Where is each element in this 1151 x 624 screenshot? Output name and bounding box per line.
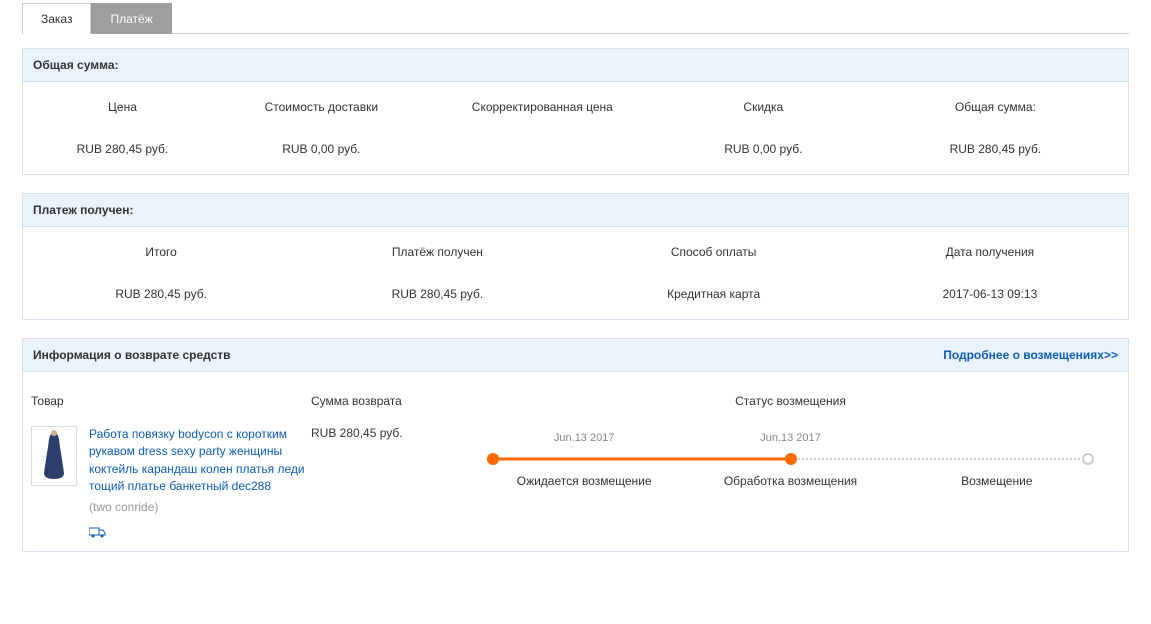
dress-icon <box>34 429 74 483</box>
product-thumbnail[interactable] <box>31 426 77 486</box>
product-cell: Работа повязку bodycon с коротким рукаво… <box>31 426 311 541</box>
page-container: Заказ Платёж Общая сумма: Цена Стоимость… <box>0 2 1151 552</box>
timeline-date-3 <box>894 432 1100 444</box>
col-product-header: Товар <box>31 394 311 408</box>
refund-amount: RUB 280,45 руб. <box>311 426 461 440</box>
timeline-label-2: Обработка возмещения <box>687 474 893 488</box>
timeline-dot-1 <box>487 453 499 465</box>
timeline-date-1: Jun.13 2017 <box>481 432 687 444</box>
totals-panel: Общая сумма: Цена Стоимость доставки Ско… <box>22 48 1129 175</box>
col-adjusted-header: Скорректированная цена <box>421 100 664 114</box>
received-body: Итого Платёж получен Способ оплаты Дата … <box>23 227 1128 319</box>
col-total-header: Общая сумма: <box>863 100 1128 114</box>
timeline-label-3: Возмещение <box>894 474 1100 488</box>
val-discount: RUB 0,00 руб. <box>664 142 863 156</box>
timeline-progress <box>493 458 790 461</box>
timeline-date-2: Jun.13 2017 <box>687 432 893 444</box>
refund-more-link[interactable]: Подробнее о возмещениях>> <box>943 348 1118 362</box>
totals-title: Общая сумма: <box>33 58 118 72</box>
received-panel-header: Платеж получен: <box>23 194 1128 227</box>
val-adjusted <box>421 142 664 156</box>
timeline-dot-2 <box>785 453 797 465</box>
refund-columns-header: Товар Сумма возврата Статус возмещения <box>31 394 1120 408</box>
timeline-track <box>481 452 1100 466</box>
val-date: 2017-06-13 09:13 <box>852 287 1128 301</box>
refund-title: Информация о возврате средств <box>33 348 231 362</box>
product-link[interactable]: Работа повязку bodycon с коротким рукаво… <box>89 426 311 496</box>
val-received: RUB 280,45 руб. <box>299 287 575 301</box>
refund-body: Товар Сумма возврата Статус возмещения Р… <box>23 372 1128 551</box>
tabs-bar: Заказ Платёж <box>22 2 1129 34</box>
col-total2-header: Итого <box>23 245 299 259</box>
col-price-header: Цена <box>23 100 222 114</box>
col-date-header: Дата получения <box>852 245 1128 259</box>
received-panel: Платеж получен: Итого Платёж получен Спо… <box>22 193 1129 320</box>
refund-row: Работа повязку bodycon с коротким рукаво… <box>31 426 1120 541</box>
val-total: RUB 280,45 руб. <box>863 142 1128 156</box>
col-received-header: Платёж получен <box>299 245 575 259</box>
col-status-header: Статус возмещения <box>461 394 1120 408</box>
val-total2: RUB 280,45 руб. <box>23 287 299 301</box>
tab-payment[interactable]: Платёж <box>91 3 171 34</box>
refund-panel: Информация о возврате средств Подробнее … <box>22 338 1129 552</box>
totals-panel-header: Общая сумма: <box>23 49 1128 82</box>
totals-body: Цена Стоимость доставки Скорректированна… <box>23 82 1128 174</box>
tab-order[interactable]: Заказ <box>22 3 91 34</box>
val-method: Кредитная карта <box>576 287 852 301</box>
col-amount-header: Сумма возврата <box>311 394 461 408</box>
val-price: RUB 280,45 руб. <box>23 142 222 156</box>
col-shipping-header: Стоимость доставки <box>222 100 421 114</box>
timeline-label-1: Ожидается возмещение <box>481 474 687 488</box>
col-method-header: Способ оплаты <box>576 245 852 259</box>
received-title: Платеж получен: <box>33 203 133 217</box>
product-info: Работа повязку bodycon с коротким рукаво… <box>89 426 311 541</box>
refund-panel-header: Информация о возврате средств Подробнее … <box>23 339 1128 372</box>
shipping-icon[interactable] <box>89 526 311 541</box>
col-discount-header: Скидка <box>664 100 863 114</box>
val-shipping: RUB 0,00 руб. <box>222 142 421 156</box>
refund-timeline: Jun.13 2017 Jun.13 2017 Ожидается возмещ… <box>461 426 1120 488</box>
product-sku: (two conride) <box>89 500 311 514</box>
timeline-dot-3 <box>1082 453 1094 465</box>
